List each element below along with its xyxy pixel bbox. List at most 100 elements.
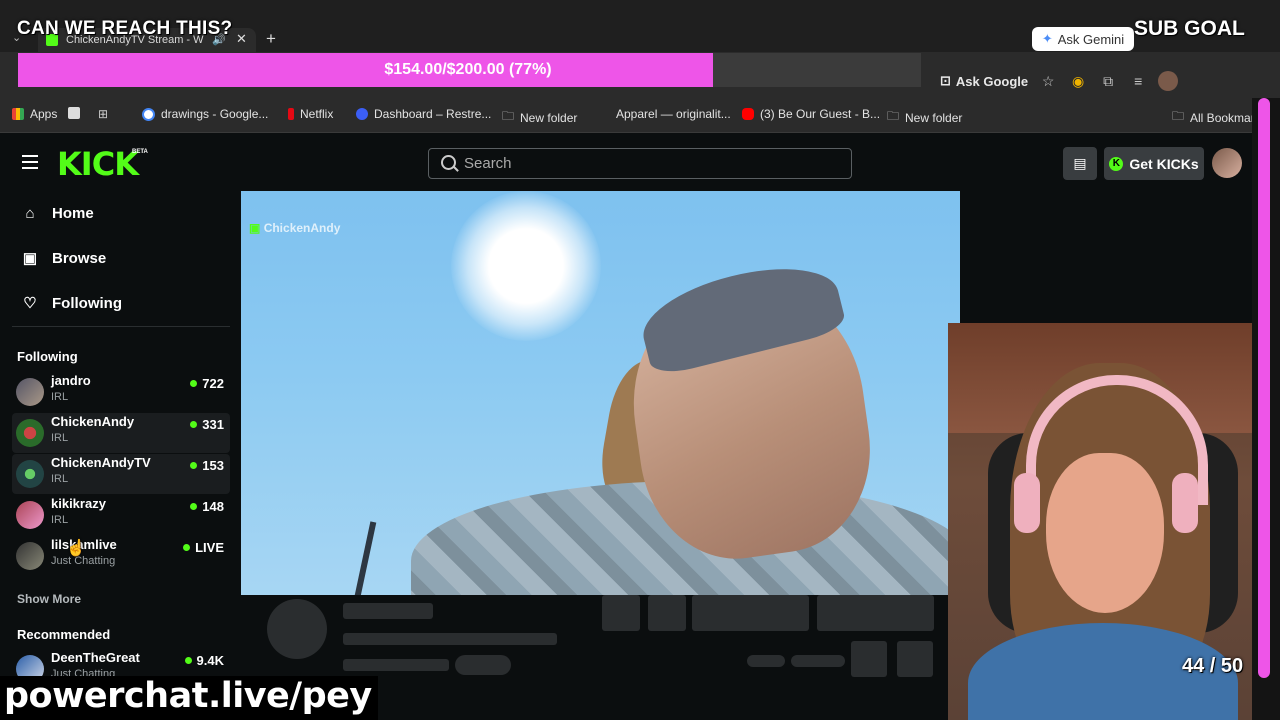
media-queue-icon[interactable]: ≡: [1128, 71, 1148, 91]
grid-icon: ⊞: [98, 107, 109, 121]
nav-following[interactable]: ♡ Following: [22, 291, 122, 315]
kick-mini-icon: ▣: [249, 221, 261, 235]
extensions-puzzle-icon[interactable]: ⧉: [1098, 71, 1118, 91]
skeleton-pill: [455, 655, 511, 675]
folder-icon: 🗀: [1172, 109, 1185, 123]
skeleton-line: [343, 633, 557, 645]
bookmark-label: Apparel — originalit...: [616, 107, 731, 121]
user-avatar[interactable]: [1212, 148, 1242, 178]
folder-icon: 🗀: [887, 109, 900, 123]
bookmarks-bar: Apps ⊞ drawings - Google... Netflix Dash…: [0, 98, 1280, 133]
google-icon: [142, 107, 155, 121]
ask-google-button[interactable]: ⊡ Ask Google: [940, 73, 1028, 89]
bookmark-grid[interactable]: ⊞: [98, 107, 108, 121]
bookmark-folder-2[interactable]: 🗀 New folder: [887, 107, 962, 128]
bookmark-netflix[interactable]: Netflix: [288, 107, 333, 121]
viewer-count-value: 331: [202, 417, 224, 432]
player-watermark: ▣ ChickenAndy: [249, 221, 340, 235]
kick-logo[interactable]: KICK: [57, 145, 139, 183]
nav-home-label: Home: [52, 204, 94, 222]
channel-category: IRL: [51, 473, 69, 485]
channel-name: kikikrazy: [51, 496, 106, 511]
channel-category: IRL: [51, 391, 69, 403]
channel-item[interactable]: lilskamlive Just Chatting LIVE: [12, 536, 230, 576]
viewer-count: 9.4K: [184, 653, 224, 668]
bookmark-all[interactable]: 🗀 All Bookmar: [1172, 107, 1255, 128]
channel-avatar: [16, 542, 44, 570]
ask-gemini-label: Ask Gemini: [1057, 31, 1125, 47]
bookmark-apparel[interactable]: Apparel — originalit...: [616, 107, 731, 121]
donation-goal-bar: $154.00/$200.00 (77%): [18, 53, 921, 87]
sub-goal-label: SUB GOAL: [1134, 17, 1245, 40]
viewer-count: LIVE: [183, 540, 224, 555]
home-icon: ⌂: [25, 204, 35, 222]
get-kicks-label: Get KICKs: [1129, 155, 1199, 172]
bookmark-blank[interactable]: [68, 107, 80, 119]
profile-avatar-icon[interactable]: [1158, 71, 1179, 91]
tab-close-icon[interactable]: ✕: [236, 31, 247, 47]
viewer-count: 148: [190, 499, 224, 514]
skeleton-button: [648, 595, 686, 631]
live-dot-icon: [190, 380, 198, 387]
bookmark-restream[interactable]: Dashboard – Restre...: [356, 107, 491, 121]
extension-color-icon[interactable]: ◉: [1068, 71, 1088, 91]
get-kicks-button[interactable]: K Get KICKs: [1104, 147, 1204, 180]
lens-icon: ⊡: [940, 73, 951, 88]
bookmark-label: New folder: [520, 110, 578, 125]
mouse-cursor-icon: ☝: [66, 540, 86, 557]
nav-browse-label: Browse: [52, 249, 107, 267]
search-placeholder: Search: [464, 155, 512, 172]
layout-toggle-button[interactable]: ▤: [1063, 147, 1097, 180]
beta-badge: BETA: [132, 149, 148, 155]
donation-goal-text: $154.00/$200.00 (77%): [384, 61, 552, 78]
live-dot-icon: [183, 544, 191, 551]
menu-icon[interactable]: [22, 155, 38, 173]
following-section-title: Following: [17, 349, 78, 364]
viewer-count-value: 722: [202, 376, 224, 391]
sub-goal-counter: 44 / 50: [1182, 655, 1244, 677]
sidebar-divider: [12, 326, 230, 327]
viewer-count-value: 148: [202, 499, 224, 514]
channel-name: DeenTheGreat: [51, 650, 140, 665]
bookmark-label: Netflix: [300, 107, 334, 121]
new-tab-icon[interactable]: +: [266, 29, 276, 49]
nav-home[interactable]: ⌂ Home: [22, 201, 94, 225]
ask-gemini-button[interactable]: ✦ Ask Gemini: [1032, 27, 1134, 51]
skeleton-line: [343, 603, 433, 619]
bookmark-apps[interactable]: Apps: [12, 107, 57, 121]
skeleton-button: [602, 595, 640, 631]
bookmark-star-icon[interactable]: ☆: [1038, 71, 1058, 91]
bookmark-youtube[interactable]: (3) Be Our Guest - B...: [742, 107, 880, 121]
bookmark-label: Apps: [30, 107, 58, 121]
show-more-link[interactable]: Show More: [17, 592, 81, 606]
sun-glare: [451, 191, 601, 341]
skeleton-avatar: [267, 599, 327, 659]
overlay-title: CAN WE REACH THIS?: [17, 18, 233, 39]
channel-avatar: [16, 460, 44, 488]
bookmark-drawings[interactable]: drawings - Google...: [142, 107, 268, 121]
channel-item[interactable]: jandro IRL 722: [12, 372, 230, 412]
channel-item[interactable]: kikikrazy IRL 148: [12, 495, 230, 535]
skeleton-button: [817, 595, 934, 631]
headphone-cup-left: [1014, 473, 1040, 533]
channel-item[interactable]: ChickenAndy IRL 331: [12, 413, 230, 453]
viewer-count: 722: [190, 376, 224, 391]
video-player[interactable]: ▣ ChickenAndy: [241, 191, 960, 595]
nav-following-label: Following: [52, 294, 122, 312]
recommended-section-title: Recommended: [17, 627, 111, 642]
channel-avatar: [16, 419, 44, 447]
channel-name: ChickenAndyTV: [51, 455, 151, 470]
live-dot-icon: [190, 503, 198, 510]
nav-browse[interactable]: ▣ Browse: [22, 246, 106, 270]
bookmark-folder[interactable]: 🗀 New folder: [502, 107, 577, 128]
youtube-icon: [742, 108, 754, 120]
headphone-cup-right: [1172, 473, 1198, 533]
channel-category: IRL: [51, 514, 69, 526]
browse-icon: ▣: [22, 250, 38, 267]
channel-item[interactable]: ChickenAndyTV IRL 153: [12, 454, 230, 494]
search-icon: [441, 155, 456, 170]
skeleton-pill: [747, 655, 785, 667]
search-input[interactable]: Search: [428, 148, 852, 179]
scrollbar-thumb[interactable]: [1258, 98, 1270, 678]
apps-grid-icon: [12, 108, 24, 120]
